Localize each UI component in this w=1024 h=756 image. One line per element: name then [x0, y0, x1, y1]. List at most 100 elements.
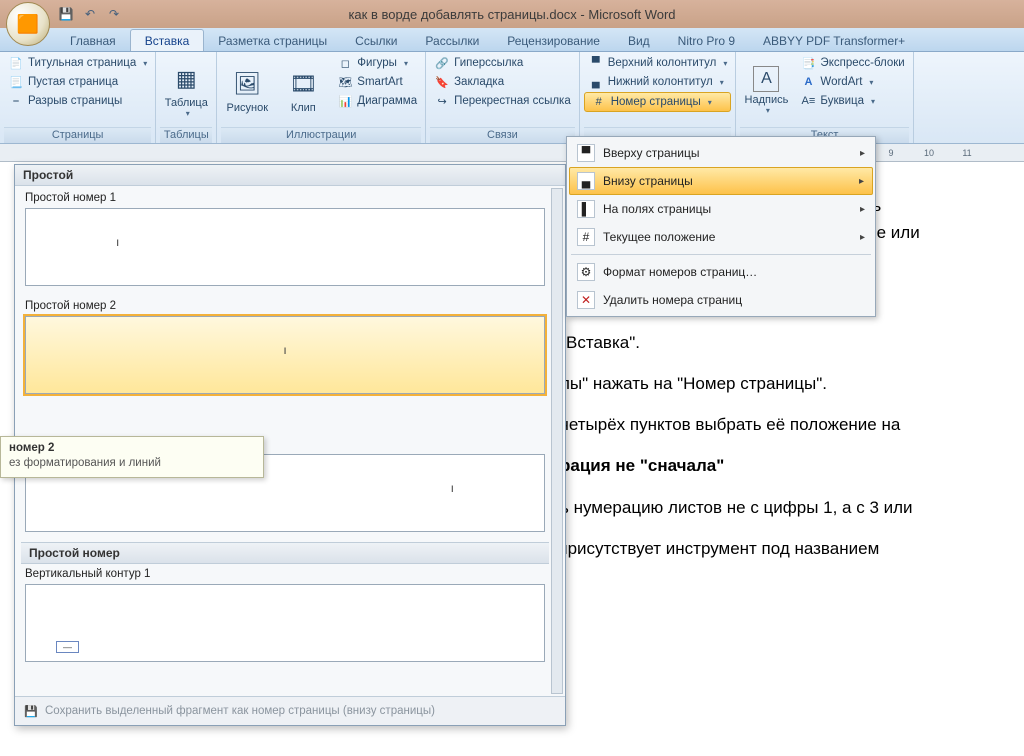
chevron-right-icon: ▸	[860, 204, 865, 215]
title-bar: 🟧 💾 ↶ ↷ как в ворде добавлять страницы.d…	[0, 0, 1024, 28]
tab-references[interactable]: Ссылки	[341, 30, 411, 51]
bookmark-label: Закладка	[454, 76, 504, 88]
menu-label: На полях страницы	[603, 202, 711, 216]
textbox-icon: A	[753, 66, 779, 92]
hyperlink-button[interactable]: 🔗Гиперссылка	[430, 54, 575, 72]
redo-icon[interactable]: ↷	[104, 4, 124, 24]
gallery-item-label: Простой номер 1	[21, 188, 549, 206]
undo-icon[interactable]: ↶	[80, 4, 100, 24]
smartart-button[interactable]: 🗺SmartArt	[333, 73, 421, 91]
tab-home[interactable]: Главная	[56, 30, 130, 51]
quick-access-toolbar: 💾 ↶ ↷	[56, 4, 124, 24]
gallery-scrollbar[interactable]	[551, 188, 563, 694]
gallery-section-header: Простой	[15, 165, 565, 186]
menu-remove-numbers[interactable]: ✕Удалить номера страниц	[569, 286, 873, 314]
picture-button[interactable]: 🖼Рисунок	[221, 54, 273, 127]
tab-mailings[interactable]: Рассылки	[411, 30, 493, 51]
wordart-label: WordArt	[820, 76, 862, 88]
page-break-icon: ⎯	[8, 93, 24, 109]
wordart-icon: A	[800, 74, 816, 90]
table-button[interactable]: ▦Таблица▾	[160, 54, 212, 127]
header-icon: ▀	[588, 55, 604, 71]
wordart-button[interactable]: A WordArt ▾	[796, 73, 908, 91]
header-label: Верхний колонтитул	[608, 57, 717, 69]
crossref-button[interactable]: ↪Перекрестная ссылка	[430, 92, 575, 110]
tab-view[interactable]: Вид	[614, 30, 664, 51]
page-number-button[interactable]: #Номер страницы▾	[584, 92, 732, 112]
dropcap-icon: A≡	[800, 93, 816, 109]
office-logo-icon: 🟧	[17, 14, 39, 35]
ruler-mark: 10	[910, 148, 948, 158]
group-header-footer: ▀ Верхний колонтитул ▾ ▄Нижний колонтитул▾…	[580, 52, 737, 143]
cover-page-label: Титульная страница	[28, 57, 136, 69]
gallery-item-1[interactable]: ı	[25, 208, 545, 286]
group-text: AНадпись▾ 📑Экспресс-блоки A WordArt ▾ A≡Бу…	[736, 52, 913, 143]
textbox-button[interactable]: AНадпись▾	[740, 54, 792, 127]
page-number-label: Номер страницы	[611, 96, 701, 108]
gallery-tooltip: номер 2 ез форматирования и линий	[0, 436, 264, 478]
doc-text: "Вставка".	[560, 329, 984, 356]
shapes-icon: ◻	[337, 55, 353, 71]
menu-current-position[interactable]: #Текущее положение▸	[569, 223, 873, 251]
gallery-save-selection[interactable]: 💾 Сохранить выделенный фрагмент как номе…	[15, 696, 565, 725]
group-pages-label: Страницы	[4, 127, 151, 143]
gallery-item-vertical-1[interactable]: —	[25, 584, 545, 662]
menu-label: Вверху страницы	[603, 146, 699, 160]
window-title: как в ворде добавлять страницы.docx - Mi…	[348, 7, 675, 22]
cover-page-button[interactable]: 📄Титульная страница▾	[4, 54, 151, 72]
blank-page-button[interactable]: 📃Пустая страница	[4, 73, 151, 91]
quickparts-button[interactable]: 📑Экспресс-блоки	[796, 54, 908, 72]
tab-nitro[interactable]: Nitro Pro 9	[664, 30, 749, 51]
group-pages: 📄Титульная страница▾ 📃Пустая страница ⎯Р…	[0, 52, 156, 143]
bottom-page-icon: ▄	[577, 172, 595, 190]
picture-label: Рисунок	[227, 102, 269, 114]
margin-icon: ▌	[577, 200, 595, 218]
chevron-down-icon: ▾	[869, 78, 873, 87]
chevron-right-icon: ▸	[860, 232, 865, 243]
chevron-down-icon: ▾	[708, 98, 712, 107]
tab-layout[interactable]: Разметка страницы	[204, 30, 341, 51]
menu-separator	[571, 254, 871, 255]
footer-button[interactable]: ▄Нижний колонтитул▾	[584, 73, 732, 91]
chevron-down-icon: ▾	[186, 109, 190, 118]
shapes-button[interactable]: ◻Фигуры▾	[333, 54, 421, 72]
header-button[interactable]: ▀Верхний колонтитул▾	[584, 54, 732, 72]
chevron-down-icon: ▾	[766, 106, 770, 115]
quickparts-label: Экспресс-блоки	[820, 57, 904, 69]
menu-top-of-page[interactable]: ▀Вверху страницы▸	[569, 139, 873, 167]
group-links-label: Связи	[430, 127, 575, 143]
dropcap-button[interactable]: A≡Буквица▾	[796, 92, 908, 110]
menu-bottom-of-page[interactable]: ▄Внизу страницы▸	[569, 167, 873, 195]
tab-insert[interactable]: Вставка	[130, 29, 205, 51]
doc-text: лы" нажать на "Номер страницы".	[560, 370, 984, 397]
bookmark-icon: 🔖	[434, 74, 450, 90]
page-number-menu: ▀ Вверху страницы ▸ ▄Внизу страницы▸ ▌ На п…	[566, 136, 876, 317]
group-illus-label: Иллюстрации	[221, 127, 421, 143]
save-icon[interactable]: 💾	[56, 4, 76, 24]
menu-format-numbers[interactable]: ⚙Формат номеров страниц…	[569, 258, 873, 286]
bookmark-button[interactable]: 🔖 Закладка	[430, 73, 575, 91]
gallery-item-label: Вертикальный контур 1	[21, 564, 549, 582]
menu-label: Формат номеров страниц…	[603, 265, 757, 279]
top-page-icon: ▀	[577, 144, 595, 162]
tab-review[interactable]: Рецензирование	[493, 30, 614, 51]
remove-icon: ✕	[577, 291, 595, 309]
group-links: 🔗Гиперссылка 🔖 Закладка ↪Перекрестная ссы…	[426, 52, 580, 143]
chevron-down-icon: ▾	[143, 59, 147, 68]
smartart-icon: 🗺	[337, 74, 353, 90]
table-label: Таблица	[165, 97, 208, 109]
chart-button[interactable]: 📊Диаграмма	[333, 92, 421, 110]
gallery-section-header-2: Простой номер	[21, 542, 549, 564]
ribbon-tabs: Главная Вставка Разметка страницы Ссылки…	[0, 28, 1024, 52]
chevron-down-icon: ▾	[871, 97, 875, 106]
gallery-item-2[interactable]: ı	[25, 316, 545, 394]
chevron-right-icon: ▸	[859, 176, 864, 187]
group-tables-label: Таблицы	[160, 127, 212, 143]
clip-button[interactable]: 🎞Клип	[277, 54, 329, 127]
menu-page-margins[interactable]: ▌ На полях страницы ▸	[569, 195, 873, 223]
office-button[interactable]: 🟧	[6, 2, 50, 46]
current-pos-icon: #	[577, 228, 595, 246]
page-break-button[interactable]: ⎯Разрыв страницы	[4, 92, 151, 110]
shapes-label: Фигуры	[357, 57, 397, 69]
tab-abbyy[interactable]: ABBYY PDF Transformer+	[749, 30, 919, 51]
